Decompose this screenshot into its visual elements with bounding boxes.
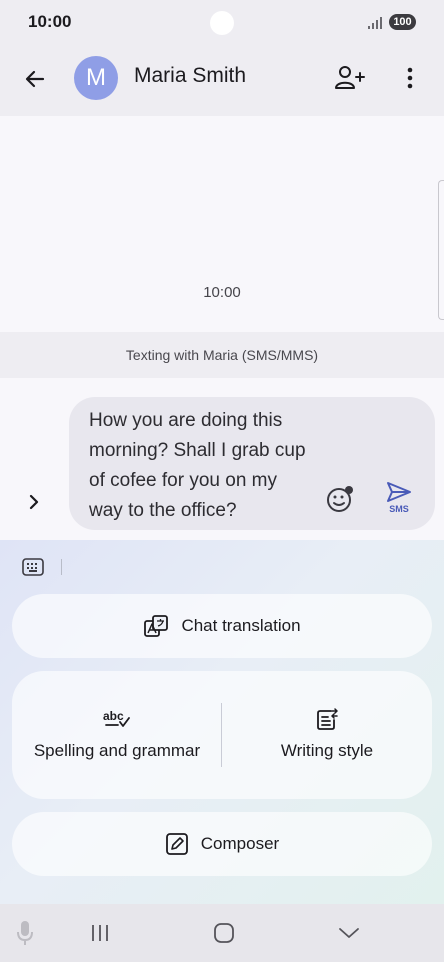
contact-name[interactable]: Maria Smith xyxy=(134,64,246,88)
composer-label: Composer xyxy=(200,834,280,853)
hide-keyboard-button[interactable] xyxy=(334,918,364,948)
writing-style-icon xyxy=(315,708,339,731)
svg-text:abc: abc xyxy=(103,709,124,723)
microphone-icon xyxy=(17,921,33,945)
message-input[interactable]: How you are doing this morning? Shall I … xyxy=(69,397,435,530)
status-bar: 10:00 100 xyxy=(0,0,444,44)
spellcheck-icon: abc xyxy=(102,709,132,731)
conversation-header: M Maria Smith xyxy=(0,44,444,116)
voice-input-button[interactable] xyxy=(12,918,38,948)
composer-icon xyxy=(165,832,189,856)
chat-translation-label: Chat translation xyxy=(181,616,301,635)
expand-chevron-icon xyxy=(29,494,39,510)
more-vert-icon xyxy=(407,67,413,89)
send-icon xyxy=(387,482,411,502)
camera-cutout xyxy=(210,11,234,35)
add-contact-icon xyxy=(335,66,365,89)
keyboard-button[interactable] xyxy=(20,556,46,578)
home-icon xyxy=(214,923,234,943)
texting-banner: Texting with Maria (SMS/MMS) xyxy=(0,332,444,378)
home-button[interactable] xyxy=(210,918,238,948)
message-text[interactable]: How you are doing this morning? Shall I … xyxy=(89,406,315,526)
hide-keyboard-icon xyxy=(339,928,359,938)
writing-style-label: Writing style xyxy=(280,741,374,760)
signal-icon xyxy=(368,16,382,34)
chat-history[interactable]: 10:00 xyxy=(0,116,444,332)
battery-icon: 100 xyxy=(389,14,416,30)
back-arrow-icon xyxy=(25,70,45,88)
writing-tools-card: abc Spelling and grammar Writing style xyxy=(12,671,432,799)
emoji-button[interactable] xyxy=(324,483,356,515)
status-time: 10:00 xyxy=(28,12,72,31)
compose-area: How you are doing this morning? Shall I … xyxy=(0,378,444,540)
back-button[interactable] xyxy=(18,62,52,96)
panel-divider xyxy=(61,559,62,575)
spelling-grammar-label: Spelling and grammar xyxy=(33,741,201,760)
translate-icon xyxy=(143,614,169,638)
expand-options-button[interactable] xyxy=(20,488,48,516)
writing-style-button[interactable]: Writing style xyxy=(222,671,432,799)
send-button[interactable]: SMS xyxy=(381,481,417,521)
send-label: SMS xyxy=(389,504,409,514)
keyboard-icon xyxy=(22,558,44,576)
more-options-button[interactable] xyxy=(396,62,424,94)
message-timestamp: 10:00 xyxy=(203,284,241,301)
recents-icon xyxy=(92,925,108,941)
add-contact-button[interactable] xyxy=(332,62,368,94)
composer-button[interactable]: Composer xyxy=(12,812,432,876)
spelling-grammar-button[interactable]: abc Spelling and grammar xyxy=(12,671,222,799)
recents-button[interactable] xyxy=(86,918,114,948)
navigation-bar xyxy=(0,904,444,962)
avatar[interactable]: M xyxy=(74,56,118,100)
emoji-icon xyxy=(327,486,353,512)
writing-assist-panel: Chat translation abc Spelling and gramma… xyxy=(0,540,444,904)
chat-translation-button[interactable]: Chat translation xyxy=(12,594,432,658)
